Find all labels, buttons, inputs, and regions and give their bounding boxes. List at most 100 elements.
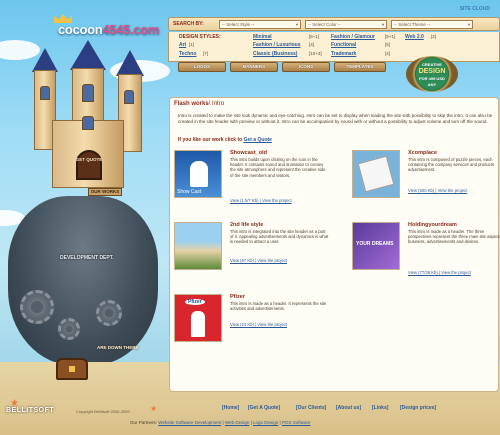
portfolio-item: YOUR DREAMS Holdingyourdream This intro … [352, 222, 500, 282]
color-select[interactable]: -- Select Color -- [305, 20, 387, 29]
portfolio-item: 2nd life style This intro is integrated … [174, 222, 334, 282]
2nd-life-style-thumbnail[interactable] [174, 222, 222, 270]
item-description: This intro is composed of puzzle pieces,… [408, 157, 495, 173]
badge-line1: CREATIVE [422, 62, 442, 67]
get-a-quote-link[interactable]: Get a Quote [244, 137, 272, 143]
item-description: This intro is integrated into the site h… [230, 229, 329, 245]
search-label: SEARCH BY: [173, 21, 204, 27]
castle-illustration: GET QUOTE [28, 40, 148, 205]
nav-banners[interactable]: BANNERS [230, 62, 278, 72]
partners-row: Our Partners: Website Software Developme… [130, 420, 311, 425]
style-link-fashion-glamour[interactable]: Fashion / Glamour [331, 34, 375, 40]
style-count: [10+3] [309, 51, 322, 56]
showcast-thumbnail[interactable]: Show Cast [174, 150, 222, 198]
pfizer-thumbnail[interactable]: Pfizer [174, 294, 222, 342]
our-works-sign[interactable]: OUR WORKS [88, 188, 122, 196]
footer-brand[interactable]: BELLITSOFT [6, 407, 54, 414]
gate-label[interactable]: GET QUOTE [74, 157, 104, 163]
treasure-chest-icon [56, 358, 88, 380]
style-count: [2] [431, 34, 437, 39]
partner-link[interactable]: POS Software [282, 420, 311, 425]
breadcrumb-flash-works[interactable]: Flash works [174, 101, 209, 107]
site-footer: BELLITSOFT Copyright Bellitsoft 2006-200… [0, 395, 500, 435]
style-link-fashion-luxurious[interactable]: Fashion / Luxurious [253, 42, 301, 48]
portfolio-item: Pfizer Pfizer This intro is made as a he… [174, 294, 334, 354]
portfolio-item: Show Cast Showcast_old This intro builds… [174, 150, 334, 210]
nav-templates[interactable]: TEMPLATES [334, 62, 386, 72]
style-count: [5+1] [385, 34, 396, 39]
partner-link[interactable]: Website Software Development [158, 420, 221, 425]
holdingyourdream-thumbnail[interactable]: YOUR DREAMS [352, 222, 400, 270]
style-count: [4] [385, 51, 391, 56]
footer-link-get-quote[interactable]: [Get A Quote] [248, 405, 280, 411]
portfolio-item: Xcomplace This intro is composed of puzz… [352, 150, 500, 210]
item-title: 2nd life style [230, 222, 264, 228]
item-title: Showcast_old [230, 150, 267, 156]
style-count: [1] [189, 42, 195, 47]
person-icon [191, 311, 205, 337]
style-count: [4] [309, 42, 315, 47]
item-title: Holdingyourdream [408, 222, 457, 228]
footer-link-design-prices[interactable]: [Design prices] [400, 405, 436, 411]
main-content: Flash works\ Intro Intro is created to m… [169, 97, 500, 392]
partners-label: Our Partners: [130, 420, 158, 425]
badge-big: DESIGN [418, 68, 446, 75]
badge-line3: ANY [427, 82, 437, 87]
thumb-caption: YOUR DREAMS [356, 241, 394, 247]
item-view-links[interactable]: View (97 Kb) | View the project [230, 258, 287, 263]
item-view-links[interactable]: View (1.5/7 Kb) | View the project [230, 198, 292, 203]
search-bar: SEARCH BY: -- Select Style -- -- Select … [168, 17, 500, 31]
gear-icon [96, 300, 122, 326]
style-count: [5+1] [309, 34, 320, 39]
page-title: Flash works\ Intro [174, 101, 224, 107]
puzzle-icon [357, 155, 395, 193]
nav-icons[interactable]: ICONS [282, 62, 330, 72]
theme-select[interactable]: -- Select Theme -- [391, 20, 473, 29]
nav-logos[interactable]: LOGOS [178, 62, 226, 72]
gear-icon [20, 290, 54, 324]
style-count: [5] [385, 42, 391, 47]
pfizer-logo: Pfizer [185, 299, 205, 305]
partner-link[interactable]: Logo Design [253, 420, 278, 425]
intro-paragraph: Intro is created to make the site look d… [178, 113, 493, 124]
style-link-web20[interactable]: Web 2.0 [405, 34, 424, 40]
main-nav: LOGOS BANNERS ICONS TEMPLATES [168, 62, 428, 73]
item-description: This intro is made as a header. It repre… [230, 301, 327, 312]
item-description: This intro builds upon clicking on the i… [230, 157, 326, 178]
style-link-minimal[interactable]: Minimal [253, 34, 272, 40]
site-header: SITE CLOUD SEARCH BY: -- Select Style --… [168, 4, 500, 92]
style-count: [7] [203, 51, 209, 56]
item-title: Xcomplace [408, 150, 438, 156]
style-link-classic[interactable]: Classic (Business) [253, 51, 297, 57]
quote-guide: If you like our work click to Get a Quot… [178, 137, 272, 143]
style-select[interactable]: -- Select Style -- [219, 20, 301, 29]
style-link-functional[interactable]: Functional [331, 42, 356, 48]
footer-link-home[interactable]: [Home] [222, 405, 239, 411]
item-description: This intro is made as a header. The thre… [408, 229, 500, 245]
style-link-art[interactable]: Art [179, 42, 186, 48]
logo-brand: cocoon [58, 22, 103, 37]
gear-icon [58, 318, 80, 340]
development-dept-label[interactable]: DEVELOPMENT DEPT. [60, 255, 114, 261]
design-price-badge[interactable]: CREATIVE DESIGN FOR 499 USD ANY [406, 56, 458, 92]
footer-link-links[interactable]: [Links] [372, 405, 388, 411]
design-styles-panel: DESIGN STYLES: Art [1] Techno [7] Minima… [168, 32, 500, 62]
design-styles-title: DESIGN STYLES: [179, 34, 221, 40]
thumb-caption: Show Cast [177, 189, 202, 195]
badge-line2: FOR 499 USD [419, 76, 445, 81]
xcomplace-thumbnail[interactable] [352, 150, 400, 198]
style-link-trademark[interactable]: Trademark [331, 51, 356, 57]
item-view-links[interactable]: View (77/36 Kb) | View the project [408, 270, 471, 275]
item-view-links[interactable]: View (500 Kb) | View the project [408, 188, 467, 193]
footer-link-clients[interactable]: [Our Clients] [296, 405, 326, 411]
get-quote-gate[interactable] [76, 150, 102, 180]
footer-link-about[interactable]: [About us] [336, 405, 361, 411]
quote-guide-text: If you like our work click to [178, 137, 243, 143]
style-link-techno[interactable]: Techno [179, 51, 196, 57]
partner-link[interactable]: Web Design [225, 420, 249, 425]
site-cloud-link[interactable]: SITE CLOUD [460, 6, 490, 12]
item-view-links[interactable]: View (24 Kb) | View the project [230, 322, 287, 327]
breadcrumb-intro: \ Intro [208, 101, 225, 107]
site-logo[interactable]: cocoon4545.com [24, 8, 160, 37]
rock-cliff [8, 196, 158, 366]
